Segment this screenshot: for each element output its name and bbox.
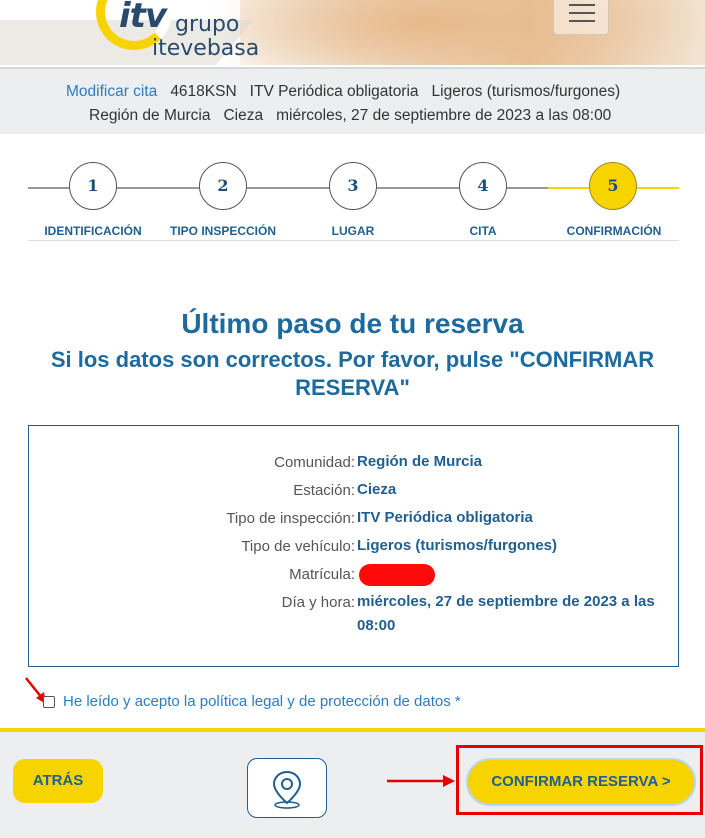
- site-header: itv grupo itevebasa: [0, 0, 705, 65]
- summary-station: Cieza: [223, 107, 264, 124]
- step-4-circle: 4: [459, 162, 507, 210]
- step-3-label: LUGAR: [331, 224, 375, 238]
- detail-value: Ligeros (turismos/furgones): [357, 537, 558, 554]
- location-button[interactable]: [247, 758, 327, 818]
- step-1-circle: 1: [69, 162, 117, 210]
- detail-label: Estación:: [293, 482, 355, 499]
- logo-itv-text[interactable]: itv: [119, 0, 167, 36]
- detail-value: ITV Periódica obligatoria: [357, 509, 533, 526]
- detail-label: Tipo de inspección:: [226, 510, 355, 527]
- menu-button[interactable]: [553, 0, 609, 35]
- progress-stepper: 1 2 3 4 5 IDENTIFICACIÓN TIPO INSPECCIÓN…: [28, 162, 679, 242]
- annotation-arrow-icon: [387, 775, 455, 787]
- logo-grupo-text[interactable]: grupo: [175, 14, 239, 36]
- page-subtitle: Si los datos son correctos. Por favor, p…: [50, 347, 655, 400]
- step-2-circle: 2: [199, 162, 247, 210]
- step-1-label: IDENTIFICACIÓN: [44, 224, 142, 238]
- detail-value: miércoles, 27 de septiembre de 2023 a la…: [357, 593, 655, 634]
- detail-value: Región de Murcia: [357, 453, 483, 470]
- detail-value: Cieza: [357, 481, 397, 498]
- header-photo: [240, 0, 705, 65]
- consent-label[interactable]: He leído y acepto la política legal y de…: [63, 693, 461, 710]
- action-footer: ATRÁS CONFIRMAR RESERVA >: [0, 728, 705, 838]
- booking-details-box: Comunidad: Región de Murcia Estación: Ci…: [28, 425, 679, 667]
- summary-line-2: Región de Murcia Cieza miércoles, 27 de se…: [89, 107, 624, 125]
- logo-itevebasa-text[interactable]: itevebasa: [152, 38, 259, 60]
- step-4-label: CITA: [469, 224, 497, 238]
- consent-checkbox[interactable]: [43, 696, 55, 708]
- booking-summary-bar: Modificar cita 4618KSN ITV Periódica oblig…: [0, 67, 705, 134]
- summary-datetime: miércoles, 27 de septiembre de 2023 a la…: [276, 107, 612, 124]
- redacted-plate-mark: [359, 564, 435, 586]
- detail-label: Comunidad:: [274, 454, 355, 471]
- confirm-reservation-button[interactable]: CONFIRMAR RESERVA >: [466, 758, 696, 806]
- detail-label: Matrícula:: [289, 566, 355, 583]
- detail-label: Tipo de vehículo:: [241, 538, 355, 555]
- summary-vehicle: Ligeros (turismos/furgones): [431, 83, 621, 100]
- hamburger-menu-icon: [569, 4, 595, 6]
- summary-line-1: Modificar cita 4618KSN ITV Periódica oblig…: [66, 83, 633, 101]
- hamburger-menu-icon: [569, 12, 595, 14]
- summary-region: Región de Murcia: [89, 107, 211, 124]
- step-5-circle: 5: [589, 162, 637, 210]
- step-3-circle: 3: [329, 162, 377, 210]
- summary-inspection: ITV Periódica obligatoria: [249, 83, 419, 100]
- location-pin-icon: [272, 770, 302, 809]
- stepper-divider: [28, 240, 679, 241]
- step-2-label: TIPO INSPECCIÓN: [169, 224, 276, 238]
- back-button[interactable]: ATRÁS: [13, 759, 103, 803]
- hamburger-menu-icon: [569, 20, 595, 22]
- summary-plate: 4618KSN: [170, 83, 237, 100]
- step-5-label: CONFIRMACIÓN: [566, 224, 662, 238]
- modify-appointment-link[interactable]: Modificar cita: [66, 83, 157, 100]
- detail-label: Día y hora:: [281, 594, 355, 611]
- page-title: Último paso de tu reserva: [181, 308, 524, 339]
